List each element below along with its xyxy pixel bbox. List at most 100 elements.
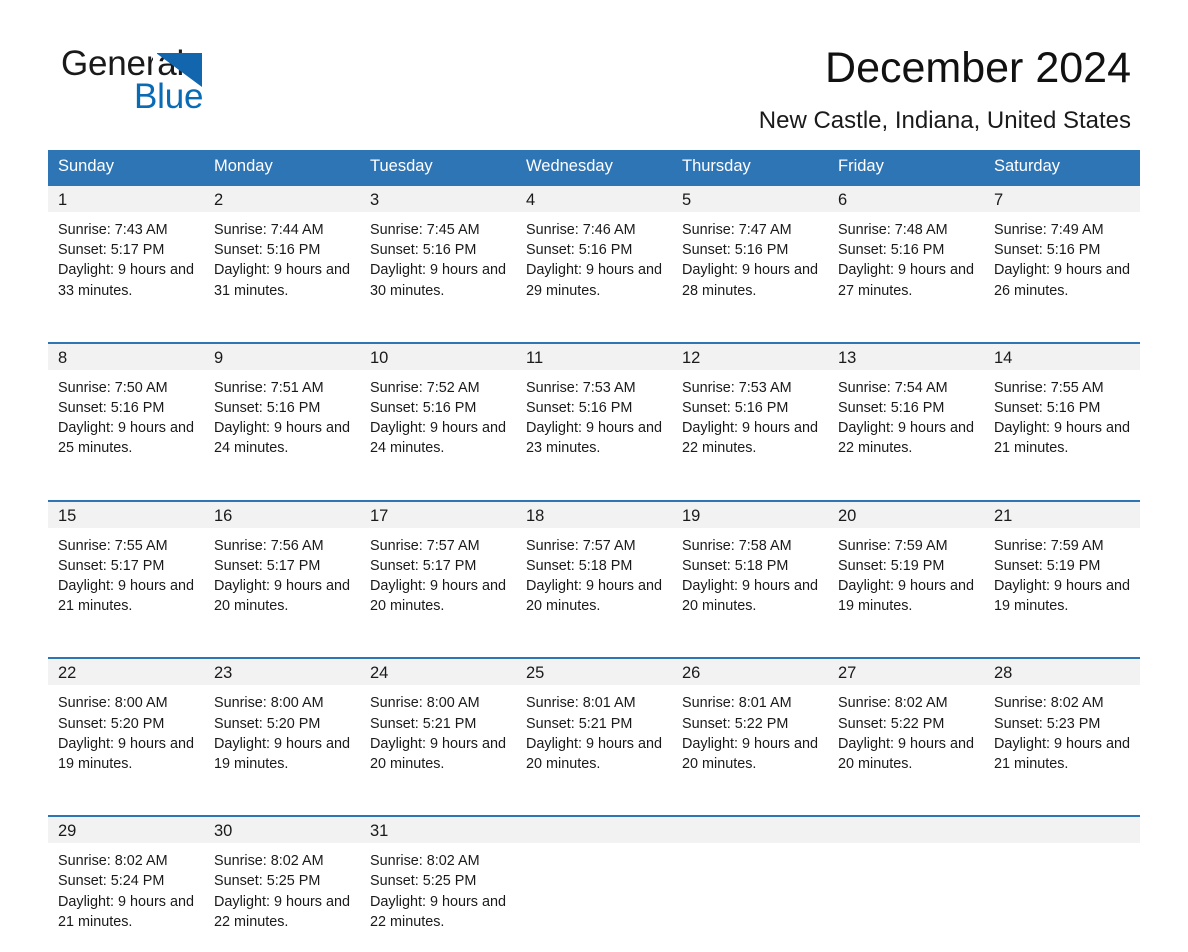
sunset-text: Sunset: 5:19 PM <box>994 557 1101 574</box>
daylight-text: Daylight: 9 hours and 26 minutes. <box>994 262 1130 299</box>
weekday-header-monday: Monday <box>204 150 360 185</box>
day-cell[interactable]: 11 Sunrise: 7:53 AM Sunset: 5:16 PM Dayligh… <box>516 341 672 479</box>
sunset-text: Sunset: 5:25 PM <box>214 873 321 890</box>
sunrise-text: Sunrise: 8:00 AM <box>214 695 324 712</box>
daylight-text: Daylight: 9 hours and 22 minutes. <box>370 893 506 930</box>
day-details: Sunrise: 7:51 AM Sunset: 5:16 PM Daylight:… <box>204 370 360 479</box>
sunset-text: Sunset: 5:16 PM <box>994 400 1101 417</box>
sunset-text: Sunset: 5:16 PM <box>838 400 945 417</box>
day-cell[interactable]: 20 Sunrise: 7:59 AM Sunset: 5:19 PM Dayligh… <box>828 499 984 637</box>
week-spacer <box>48 636 1140 659</box>
day-cell[interactable]: 17 Sunrise: 7:57 AM Sunset: 5:17 PM Dayligh… <box>360 499 516 637</box>
sunset-text: Sunset: 5:17 PM <box>58 557 165 574</box>
day-cell[interactable]: 15 Sunrise: 7:55 AM Sunset: 5:17 PM Dayligh… <box>48 499 204 637</box>
daylight-text: Daylight: 9 hours and 21 minutes. <box>994 420 1130 457</box>
day-number: 11 <box>516 343 672 370</box>
sunrise-text: Sunrise: 7:56 AM <box>214 537 324 554</box>
page-subtitle: New Castle, Indiana, United States <box>758 107 1131 135</box>
day-cell[interactable]: 9 Sunrise: 7:51 AM Sunset: 5:16 PM Daylight… <box>204 341 360 479</box>
day-number: 23 <box>204 659 360 686</box>
day-cell[interactable]: 10 Sunrise: 7:52 AM Sunset: 5:16 PM Dayligh… <box>360 341 516 479</box>
day-details: Sunrise: 7:45 AM Sunset: 5:16 PM Daylight:… <box>360 212 516 321</box>
sunrise-text: Sunrise: 7:58 AM <box>682 537 792 554</box>
sunrise-text: Sunrise: 7:48 AM <box>838 222 948 238</box>
sunrise-text: Sunrise: 8:02 AM <box>994 695 1104 712</box>
day-number: 31 <box>360 817 516 844</box>
day-cell[interactable]: 2 Sunrise: 7:44 AM Sunset: 5:16 PM Daylight… <box>204 184 360 321</box>
day-cell[interactable]: 26 Sunrise: 8:01 AM Sunset: 5:22 PM Dayligh… <box>672 657 828 795</box>
day-number: 25 <box>516 659 672 686</box>
day-details: Sunrise: 8:00 AM Sunset: 5:20 PM Daylight:… <box>48 685 204 794</box>
sunset-text: Sunset: 5:18 PM <box>526 557 633 574</box>
day-cell[interactable]: 28 Sunrise: 8:02 AM Sunset: 5:23 PM Dayligh… <box>984 657 1140 795</box>
day-cell[interactable]: 7 Sunrise: 7:49 AM Sunset: 5:16 PM Daylight… <box>984 184 1140 321</box>
week-spacer <box>48 478 1140 501</box>
day-number: 1 <box>48 186 204 212</box>
day-cell[interactable]: 24 Sunrise: 8:00 AM Sunset: 5:21 PM Dayligh… <box>360 657 516 795</box>
day-cell[interactable]: 27 Sunrise: 8:02 AM Sunset: 5:22 PM Dayligh… <box>828 657 984 795</box>
sunrise-text: Sunrise: 7:51 AM <box>214 379 324 396</box>
sunset-text: Sunset: 5:16 PM <box>214 400 321 417</box>
day-details: Sunrise: 7:49 AM Sunset: 5:16 PM Daylight:… <box>984 212 1140 321</box>
day-cell[interactable]: 29 Sunrise: 8:02 AM Sunset: 5:24 PM Dayligh… <box>48 815 204 952</box>
day-details: Sunrise: 7:44 AM Sunset: 5:16 PM Daylight:… <box>204 212 360 321</box>
weekday-header-thursday: Thursday <box>672 150 828 185</box>
day-cell[interactable]: 18 Sunrise: 7:57 AM Sunset: 5:18 PM Dayligh… <box>516 499 672 637</box>
day-number: 10 <box>360 343 516 370</box>
daylight-text: Daylight: 9 hours and 19 minutes. <box>214 735 350 773</box>
day-cell[interactable]: 16 Sunrise: 7:56 AM Sunset: 5:17 PM Dayligh… <box>204 499 360 637</box>
sunrise-text: Sunrise: 7:59 AM <box>994 537 1104 554</box>
sunrise-text: Sunrise: 8:02 AM <box>838 695 948 712</box>
daylight-text: Daylight: 9 hours and 25 minutes. <box>58 420 194 457</box>
day-cell[interactable]: 8 Sunrise: 7:50 AM Sunset: 5:16 PM Daylight… <box>48 341 204 479</box>
sunrise-text: Sunrise: 8:02 AM <box>370 853 480 870</box>
daylight-text: Daylight: 9 hours and 21 minutes. <box>58 893 194 930</box>
day-cell[interactable]: 23 Sunrise: 8:00 AM Sunset: 5:20 PM Dayligh… <box>204 657 360 795</box>
generalblue-logo[interactable]: General Blue <box>57 44 267 126</box>
day-details: Sunrise: 7:46 AM Sunset: 5:16 PM Daylight:… <box>516 212 672 321</box>
sunrise-text: Sunrise: 7:46 AM <box>526 222 636 238</box>
day-cell[interactable]: 30 Sunrise: 8:02 AM Sunset: 5:25 PM Dayligh… <box>204 815 360 952</box>
day-number: 9 <box>204 343 360 370</box>
daylight-text: Daylight: 9 hours and 20 minutes. <box>682 578 818 615</box>
sunset-text: Sunset: 5:17 PM <box>58 242 165 259</box>
day-cell[interactable]: 31 Sunrise: 8:02 AM Sunset: 5:25 PM Dayligh… <box>360 815 516 952</box>
day-number: 12 <box>672 343 828 370</box>
day-cell[interactable]: 14 Sunrise: 7:55 AM Sunset: 5:16 PM Dayligh… <box>984 341 1140 479</box>
day-cell-empty <box>672 815 828 952</box>
day-cell[interactable]: 19 Sunrise: 7:58 AM Sunset: 5:18 PM Dayligh… <box>672 499 828 637</box>
daylight-text: Daylight: 9 hours and 20 minutes. <box>526 735 662 773</box>
day-cell[interactable]: 6 Sunrise: 7:48 AM Sunset: 5:16 PM Daylight… <box>828 184 984 321</box>
weekday-header-saturday: Saturday <box>984 150 1140 185</box>
sunset-text: Sunset: 5:21 PM <box>526 715 633 732</box>
page-header: General Blue December 2024 New Castle, I… <box>0 0 1188 150</box>
sunrise-text: Sunrise: 8:02 AM <box>214 853 324 870</box>
sunset-text: Sunset: 5:25 PM <box>370 873 477 890</box>
sunset-text: Sunset: 5:16 PM <box>370 242 477 259</box>
sunset-text: Sunset: 5:16 PM <box>526 242 633 259</box>
day-details: Sunrise: 8:00 AM Sunset: 5:21 PM Daylight:… <box>360 685 516 794</box>
sunrise-text: Sunrise: 7:50 AM <box>58 379 168 396</box>
day-cell[interactable]: 1 Sunrise: 7:43 AM Sunset: 5:17 PM Daylight… <box>48 184 204 321</box>
sunset-text: Sunset: 5:21 PM <box>370 715 477 732</box>
day-cell[interactable]: 13 Sunrise: 7:54 AM Sunset: 5:16 PM Dayligh… <box>828 341 984 479</box>
day-number <box>828 817 984 844</box>
day-cell[interactable]: 25 Sunrise: 8:01 AM Sunset: 5:21 PM Dayligh… <box>516 657 672 795</box>
day-cell[interactable]: 5 Sunrise: 7:47 AM Sunset: 5:16 PM Daylight… <box>672 184 828 321</box>
calendar-week-row: 22 Sunrise: 8:00 AM Sunset: 5:20 PM Dayligh… <box>48 657 1140 795</box>
sunrise-text: Sunrise: 8:00 AM <box>58 695 168 712</box>
day-details: Sunrise: 7:56 AM Sunset: 5:17 PM Daylight:… <box>204 528 360 637</box>
day-number: 5 <box>672 186 828 212</box>
day-cell[interactable]: 3 Sunrise: 7:45 AM Sunset: 5:16 PM Daylight… <box>360 184 516 321</box>
calendar-week-row: 1 Sunrise: 7:43 AM Sunset: 5:17 PM Daylight… <box>48 184 1140 321</box>
day-number: 3 <box>360 186 516 212</box>
day-cell[interactable]: 22 Sunrise: 8:00 AM Sunset: 5:20 PM Dayligh… <box>48 657 204 795</box>
sunrise-text: Sunrise: 7:45 AM <box>370 222 480 238</box>
daylight-text: Daylight: 9 hours and 31 minutes. <box>214 262 350 299</box>
day-details: Sunrise: 7:48 AM Sunset: 5:16 PM Daylight:… <box>828 212 984 321</box>
day-cell[interactable]: 4 Sunrise: 7:46 AM Sunset: 5:16 PM Daylight… <box>516 184 672 321</box>
day-cell[interactable]: 12 Sunrise: 7:53 AM Sunset: 5:16 PM Dayligh… <box>672 341 828 479</box>
day-number: 6 <box>828 186 984 212</box>
day-details: Sunrise: 8:02 AM Sunset: 5:23 PM Daylight:… <box>984 685 1140 794</box>
day-cell[interactable]: 21 Sunrise: 7:59 AM Sunset: 5:19 PM Dayligh… <box>984 499 1140 637</box>
